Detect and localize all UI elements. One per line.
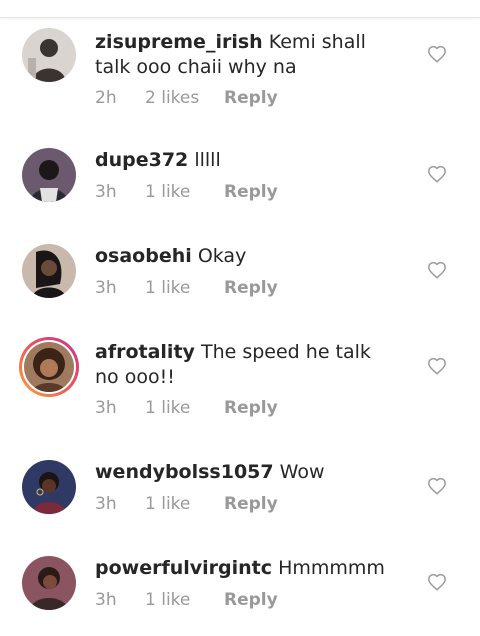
comment-time: 3h (95, 398, 117, 418)
comment-text: wendybolss1057 Wow (95, 460, 395, 485)
comment-meta: 3h 1 like Reply (95, 182, 278, 202)
comment-time: 2h (95, 88, 117, 108)
comment-body: Hmmmmm (278, 557, 385, 579)
comment-likes[interactable]: 2 likes (145, 88, 224, 108)
comment-username[interactable]: wendybolss1057 (95, 461, 274, 483)
reply-button[interactable]: Reply (224, 590, 278, 610)
comment-likes[interactable]: 1 like (145, 590, 224, 610)
reply-button[interactable]: Reply (224, 278, 278, 298)
comment-likes[interactable]: 1 like (145, 182, 224, 202)
comment-username[interactable]: afrotality (95, 341, 195, 363)
comment-meta: 3h 1 like Reply (95, 398, 278, 418)
comment-text: afrotality The speed he talk no ooo!! (95, 340, 395, 390)
heart-outline-icon[interactable] (427, 573, 447, 591)
heart-outline-icon[interactable] (427, 45, 447, 63)
comment-meta: 3h 1 like Reply (95, 590, 278, 610)
comment-meta: 2h 2 likes Reply (95, 88, 278, 108)
comment-time: 3h (95, 590, 117, 610)
avatar[interactable] (22, 460, 76, 514)
comment-time: 3h (95, 182, 117, 202)
comment-body: Wow (279, 461, 325, 483)
comment-username[interactable]: zisupreme_irish (95, 31, 263, 53)
reply-button[interactable]: Reply (224, 88, 278, 108)
comment-likes[interactable]: 1 like (145, 398, 224, 418)
reply-button[interactable]: Reply (224, 398, 278, 418)
avatar[interactable] (22, 28, 76, 82)
comment-meta: 3h 1 like Reply (95, 494, 278, 514)
comment-username[interactable]: powerfulvirgintc (95, 557, 272, 579)
comment-text: zisupreme_irish Kemi shall talk ooo chai… (95, 30, 395, 80)
heart-outline-icon[interactable] (427, 477, 447, 495)
comment-time: 3h (95, 278, 117, 298)
avatar[interactable] (22, 244, 76, 298)
comment-likes[interactable]: 1 like (145, 278, 224, 298)
avatar-story-ring[interactable] (19, 337, 79, 397)
heart-outline-icon[interactable] (427, 261, 447, 279)
header-divider (0, 0, 480, 18)
comment-username[interactable]: dupe372 (95, 149, 188, 171)
heart-outline-icon[interactable] (427, 165, 447, 183)
comment-likes[interactable]: 1 like (145, 494, 224, 514)
avatar[interactable] (24, 342, 74, 392)
avatar[interactable] (22, 148, 76, 202)
comment-text: osaobehi Okay (95, 244, 395, 269)
comment-text: dupe372 lllll (95, 148, 395, 173)
reply-button[interactable]: Reply (224, 494, 278, 514)
comment-text: powerfulvirgintc Hmmmmm (95, 556, 395, 581)
avatar-ring-gap (22, 340, 76, 394)
comment-time: 3h (95, 494, 117, 514)
avatar[interactable] (22, 556, 76, 610)
comment-body: lllll (194, 149, 221, 171)
heart-outline-icon[interactable] (427, 357, 447, 375)
comment-meta: 3h 1 like Reply (95, 278, 278, 298)
comment-body: Okay (197, 245, 247, 267)
reply-button[interactable]: Reply (224, 182, 278, 202)
comment-username[interactable]: osaobehi (95, 245, 192, 267)
